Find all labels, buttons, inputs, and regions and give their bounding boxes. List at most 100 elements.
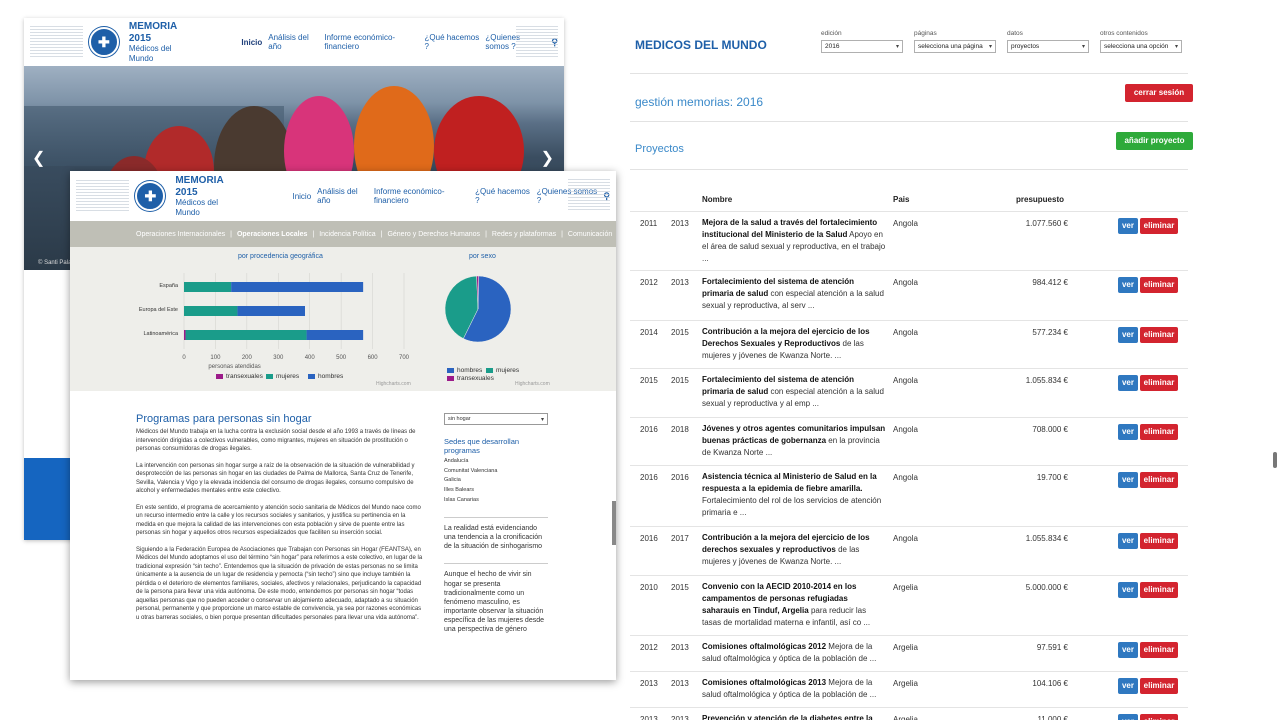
- legend-item[interactable]: hombres: [447, 367, 482, 374]
- view-button[interactable]: ver: [1118, 472, 1138, 488]
- select-value: selecciona una opción: [1104, 43, 1169, 50]
- list-item: Islas Canarias: [444, 496, 479, 503]
- delete-button[interactable]: eliminar: [1140, 533, 1178, 549]
- project-budget: 104.106 €: [1032, 679, 1068, 688]
- project-summary: Fortalecimiento del rol de los servicios…: [702, 496, 882, 517]
- subnav-redes[interactable]: Redes y plataformas: [492, 231, 556, 238]
- filter-edicion: edición 2016 ▾: [821, 30, 903, 53]
- start-year: 2016: [640, 534, 658, 543]
- bar-chart: 0 100 200 300 400 500 600 700 personas atendidas…: [139, 273, 410, 370]
- legend-item[interactable]: transexuales: [447, 375, 494, 382]
- view-button[interactable]: ver: [1118, 218, 1138, 234]
- view-button[interactable]: ver: [1118, 327, 1138, 343]
- start-year: 2015: [640, 376, 658, 385]
- nav-informe[interactable]: Informe económico-financiero: [324, 33, 418, 51]
- header-decoration: [568, 179, 610, 211]
- project-country: Angola: [893, 534, 918, 543]
- medicos-del-mundo-logo-icon[interactable]: ✚: [88, 27, 119, 57]
- sedes-list: Andalucía Comunitat Valenciana Galicia I…: [444, 457, 548, 505]
- view-button[interactable]: ver: [1118, 277, 1138, 293]
- table-row: 2010 2015 Convenio con la AECID 2010-2014 …: [630, 575, 1188, 635]
- view-button[interactable]: ver: [1118, 642, 1138, 658]
- nav-informe[interactable]: Informe económico-financiero: [374, 187, 469, 205]
- edicion-select[interactable]: 2016 ▾: [821, 40, 903, 53]
- subnav-incidencia-politica[interactable]: Incidencia Política: [319, 231, 375, 238]
- view-button[interactable]: ver: [1118, 375, 1138, 391]
- view-button[interactable]: ver: [1118, 678, 1138, 694]
- start-year: 2016: [640, 473, 658, 482]
- project-description: Fortalecimiento del sistema de atención …: [702, 276, 886, 312]
- subnav-comunicacion[interactable]: Comunicación: [568, 231, 612, 238]
- delete-button[interactable]: eliminar: [1140, 714, 1178, 720]
- site-header: ✚ MEMORIA 2015 Médicos del Mundo Inicio …: [70, 171, 616, 221]
- program-select[interactable]: sin hogar ▾: [444, 413, 548, 425]
- subnav-operaciones-locales[interactable]: Operaciones Locales: [237, 231, 307, 238]
- subnav-operaciones-internacionales[interactable]: Operaciones Internacionales: [136, 231, 225, 238]
- subnav-genero[interactable]: Género y Derechos Humanos: [387, 231, 480, 238]
- delete-button[interactable]: eliminar: [1140, 582, 1178, 598]
- start-year: 2012: [640, 643, 658, 652]
- nav-analisis[interactable]: Análisis del año: [268, 33, 318, 51]
- bar-segment-hombres: [231, 282, 364, 292]
- view-button[interactable]: ver: [1118, 424, 1138, 440]
- filter-label: otros contenidos: [1100, 30, 1148, 37]
- delete-button[interactable]: eliminar: [1140, 472, 1178, 488]
- paginas-select[interactable]: selecciona una página ▾: [914, 40, 996, 53]
- view-button[interactable]: ver: [1118, 714, 1138, 720]
- content-paragraph: La intervención con personas sin hogar s…: [136, 462, 415, 495]
- legend-item[interactable]: mujeres: [266, 373, 299, 380]
- delete-button[interactable]: eliminar: [1140, 424, 1178, 440]
- view-button[interactable]: ver: [1118, 533, 1138, 549]
- logout-button[interactable]: cerrar sesión: [1125, 84, 1193, 102]
- nav-analisis[interactable]: Análisis del año: [317, 187, 368, 205]
- nav-inicio[interactable]: Inicio: [241, 38, 262, 47]
- otros-select[interactable]: selecciona una opción ▾: [1100, 40, 1182, 53]
- delete-button[interactable]: eliminar: [1140, 218, 1178, 234]
- scrollbar[interactable]: [612, 501, 616, 545]
- filter-label: páginas: [914, 30, 937, 37]
- pie-chart: [444, 275, 512, 343]
- legend-item[interactable]: transexuales: [216, 373, 263, 380]
- delete-button[interactable]: eliminar: [1140, 277, 1178, 293]
- legend-item[interactable]: mujeres: [486, 367, 519, 374]
- nav-inicio[interactable]: Inicio: [292, 192, 311, 201]
- column-header-budget: presupuesto: [1016, 195, 1065, 204]
- project-country: Argelia: [893, 715, 918, 720]
- start-year: 2014: [640, 328, 658, 337]
- brand: MEMORIA 2015 Médicos del Mundo: [129, 21, 196, 62]
- bar-segment-mujeres: [184, 306, 238, 316]
- delete-button[interactable]: eliminar: [1140, 678, 1178, 694]
- delete-button[interactable]: eliminar: [1140, 327, 1178, 343]
- project-country: Angola: [893, 278, 918, 287]
- scrollbar[interactable]: [1273, 452, 1277, 468]
- start-year: 2013: [640, 679, 658, 688]
- chevron-down-icon: ▾: [988, 44, 992, 50]
- brand-title: MEMORIA 2015: [175, 175, 224, 198]
- carousel-prev-icon[interactable]: ❮: [32, 148, 45, 168]
- medicos-del-mundo-logo-icon[interactable]: ✚: [135, 181, 166, 211]
- view-button[interactable]: ver: [1118, 582, 1138, 598]
- delete-button[interactable]: eliminar: [1140, 642, 1178, 658]
- x-tick-label: 0: [182, 355, 186, 361]
- project-budget: 5.000.000 €: [1025, 583, 1068, 592]
- charts-section: por procedencia geográfica por sexo 0 100…: [70, 247, 616, 391]
- table-row: 2011 2013 Mejora de la salud a través del …: [630, 211, 1188, 270]
- nav-que-hacemos[interactable]: ¿Qué hacemos ?: [425, 33, 480, 51]
- divider: [630, 121, 1188, 122]
- admin-title: MEDICOS DEL MUNDO: [635, 38, 767, 52]
- datos-select[interactable]: proyectos ▾: [1007, 40, 1089, 53]
- nav-que-hacemos[interactable]: ¿Qué hacemos ?: [475, 187, 531, 205]
- end-year: 2013: [671, 219, 689, 228]
- filter-datos: datos proyectos ▾: [1007, 30, 1089, 53]
- legend-swatch: [486, 368, 493, 373]
- delete-button[interactable]: eliminar: [1140, 375, 1178, 391]
- add-project-button[interactable]: añadir proyecto: [1116, 132, 1193, 150]
- project-description: Mejora de la salud a través del fortalec…: [702, 217, 886, 265]
- list-item: Illes Balears: [444, 486, 474, 493]
- header-decoration: [516, 26, 558, 58]
- project-description: Contribución a la mejora del ejercicio d…: [702, 532, 886, 568]
- projects-title: Proyectos: [635, 143, 684, 155]
- carousel-next-icon[interactable]: ❯: [541, 148, 554, 168]
- bar-segment-mujeres: [184, 282, 232, 292]
- legend-item[interactable]: hombres: [308, 373, 343, 380]
